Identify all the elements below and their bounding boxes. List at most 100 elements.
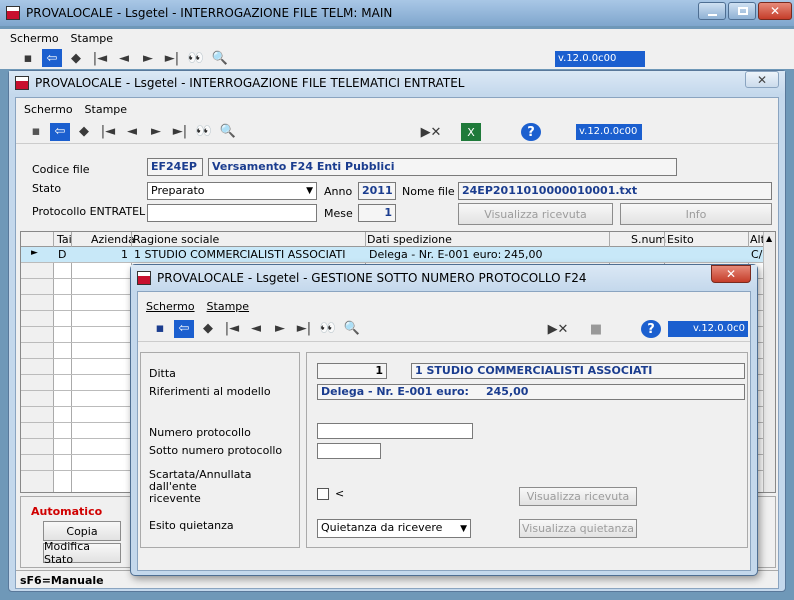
visualizza-ricevuta-button[interactable]: Visualizza ricevuta: [519, 487, 637, 506]
prev-icon[interactable]: ◄: [246, 320, 266, 338]
delega-text: Delega - Nr. E-001 euro:: [321, 385, 469, 398]
close-button[interactable]: ✕: [711, 265, 751, 283]
menu-schermo[interactable]: Schermo: [146, 300, 195, 313]
search-icon[interactable]: 🔍: [218, 123, 238, 141]
cell-alt: C/: [751, 248, 763, 261]
erase-icon[interactable]: ◆: [198, 320, 218, 338]
delete-icon[interactable]: ▶✕: [548, 320, 569, 338]
chevron-down-icon: ▼: [306, 186, 313, 196]
last-icon[interactable]: ►|: [294, 320, 314, 338]
last-icon[interactable]: ►|: [162, 49, 182, 67]
back-icon[interactable]: ⇦: [174, 319, 194, 338]
main-window-titlebar: PROVALOCALE - Lsgetel - INTERROGAZIONE F…: [0, 0, 794, 26]
back-icon[interactable]: ⇦: [50, 122, 70, 141]
stato-select[interactable]: Preparato ▼: [147, 182, 317, 200]
main-toolbar: ▪ ⇦ ◆ |◄ ◄ ► ►| 👀 🔍 v.12.0.0c00: [0, 47, 794, 69]
riferimenti-field: Delega - Nr. E-001 euro: 245,00: [317, 384, 745, 400]
table-scrollbar[interactable]: ▲: [763, 232, 775, 492]
protocollo-title: PROVALOCALE - Lsgetel - GESTIONE SOTTO N…: [157, 271, 587, 285]
table-header: Tai Azienda Ragione sociale Dati spedizi…: [21, 232, 765, 247]
col-snum[interactable]: S.num: [631, 233, 666, 246]
esito-value: Quietanza da ricevere: [321, 521, 443, 534]
search-icon[interactable]: 🔍: [210, 49, 230, 67]
ditta-nome-field: 1 STUDIO COMMERCIALISTI ASSOCIATI: [411, 363, 745, 379]
automatico-label: Automatico: [31, 505, 103, 518]
esito-label: Esito quietanza: [149, 519, 234, 532]
cell-tai: D: [58, 248, 67, 261]
search-icon[interactable]: 🔍: [342, 320, 362, 338]
importo-text: 245,00: [486, 385, 529, 398]
save-icon[interactable]: ▪: [26, 123, 46, 141]
stop-icon[interactable]: ■: [586, 320, 606, 338]
col-ragione-sociale[interactable]: Ragione sociale: [133, 233, 219, 246]
telematici-version: v.12.0.0c00: [576, 124, 642, 140]
protocollo-menubar: Schermo Stampe: [138, 298, 750, 314]
col-dati-spedizione[interactable]: Dati spedizione: [367, 233, 452, 246]
first-icon[interactable]: |◄: [222, 320, 242, 338]
next-icon[interactable]: ►: [270, 320, 290, 338]
copia-button[interactable]: Copia: [43, 521, 121, 541]
app-icon: [137, 271, 151, 285]
mese-field: 1: [358, 204, 396, 222]
app-icon: [15, 76, 29, 90]
protocollo-label: Protocollo ENTRATEL: [32, 205, 146, 218]
binoculars-icon[interactable]: 👀: [194, 123, 214, 141]
excel-icon[interactable]: X: [461, 123, 481, 141]
protocollo-input[interactable]: [147, 204, 317, 222]
codice-file-field: EF24EP: [147, 158, 203, 176]
protocollo-window: PROVALOCALE - Lsgetel - GESTIONE SOTTO N…: [130, 264, 758, 576]
col-tai[interactable]: Tai: [57, 233, 72, 246]
close-button[interactable]: ✕: [758, 2, 792, 20]
maximize-button[interactable]: [728, 2, 756, 20]
menu-stampe[interactable]: Stampe: [71, 32, 114, 45]
scartata-mark: <: [335, 487, 345, 500]
numero-protocollo-input[interactable]: [317, 423, 473, 439]
scartata-checkbox[interactable]: [317, 488, 329, 500]
telematici-title: PROVALOCALE - Lsgetel - INTERROGAZIONE F…: [35, 76, 465, 90]
save-icon[interactable]: ▪: [150, 320, 170, 338]
prev-icon[interactable]: ◄: [114, 49, 134, 67]
row-arrow-icon: ►: [31, 248, 38, 258]
stato-label: Stato: [32, 182, 62, 195]
menu-schermo[interactable]: Schermo: [24, 103, 73, 116]
delete-icon[interactable]: ▶✕: [421, 123, 442, 141]
last-icon[interactable]: ►|: [170, 123, 190, 141]
info-button[interactable]: Info: [620, 203, 772, 225]
stato-value: Preparato: [151, 184, 205, 197]
menu-stampe[interactable]: Stampe: [85, 103, 128, 116]
menu-schermo[interactable]: Schermo: [10, 32, 59, 45]
save-icon[interactable]: ▪: [18, 49, 38, 67]
codice-file-label: Codice file: [32, 163, 90, 176]
sotto-numero-input[interactable]: [317, 443, 381, 459]
telematici-titlebar: PROVALOCALE - Lsgetel - INTERROGAZIONE F…: [9, 71, 785, 95]
cell-importo: 245,00: [504, 248, 543, 261]
ditta-label: Ditta: [149, 367, 176, 380]
binoculars-icon[interactable]: 👀: [186, 49, 206, 67]
chevron-down-icon: ▼: [460, 524, 467, 534]
modifica-stato-button[interactable]: Modifica Stato: [43, 540, 121, 566]
scroll-up-icon[interactable]: ▲: [766, 234, 772, 243]
first-icon[interactable]: |◄: [90, 49, 110, 67]
help-icon[interactable]: ?: [641, 320, 661, 338]
col-azienda[interactable]: Azienda: [91, 233, 135, 246]
help-icon[interactable]: ?: [521, 123, 541, 141]
prev-icon[interactable]: ◄: [122, 123, 142, 141]
first-icon[interactable]: |◄: [98, 123, 118, 141]
visualizza-ricevuta-button[interactable]: Visualizza ricevuta: [458, 203, 613, 225]
back-icon[interactable]: ⇦: [42, 49, 62, 67]
app-icon: [6, 6, 20, 20]
col-esito[interactable]: Esito: [667, 233, 694, 246]
minimize-button[interactable]: [698, 2, 726, 20]
menu-stampe[interactable]: Stampe: [207, 300, 250, 313]
visualizza-quietanza-button[interactable]: Visualizza quietanza: [519, 519, 637, 538]
telematici-menubar: Schermo Stampe: [16, 100, 778, 118]
main-window-title: PROVALOCALE - Lsgetel - INTERROGAZIONE F…: [26, 6, 393, 20]
next-icon[interactable]: ►: [138, 49, 158, 67]
binoculars-icon[interactable]: 👀: [318, 320, 338, 338]
esito-select[interactable]: Quietanza da ricevere ▼: [317, 519, 471, 538]
close-button[interactable]: ✕: [745, 71, 779, 88]
next-icon[interactable]: ►: [146, 123, 166, 141]
table-row[interactable]: ► D 1 1 STUDIO COMMERCIALISTI ASSOCIATI …: [21, 247, 763, 262]
erase-icon[interactable]: ◆: [74, 123, 94, 141]
erase-icon[interactable]: ◆: [66, 49, 86, 67]
